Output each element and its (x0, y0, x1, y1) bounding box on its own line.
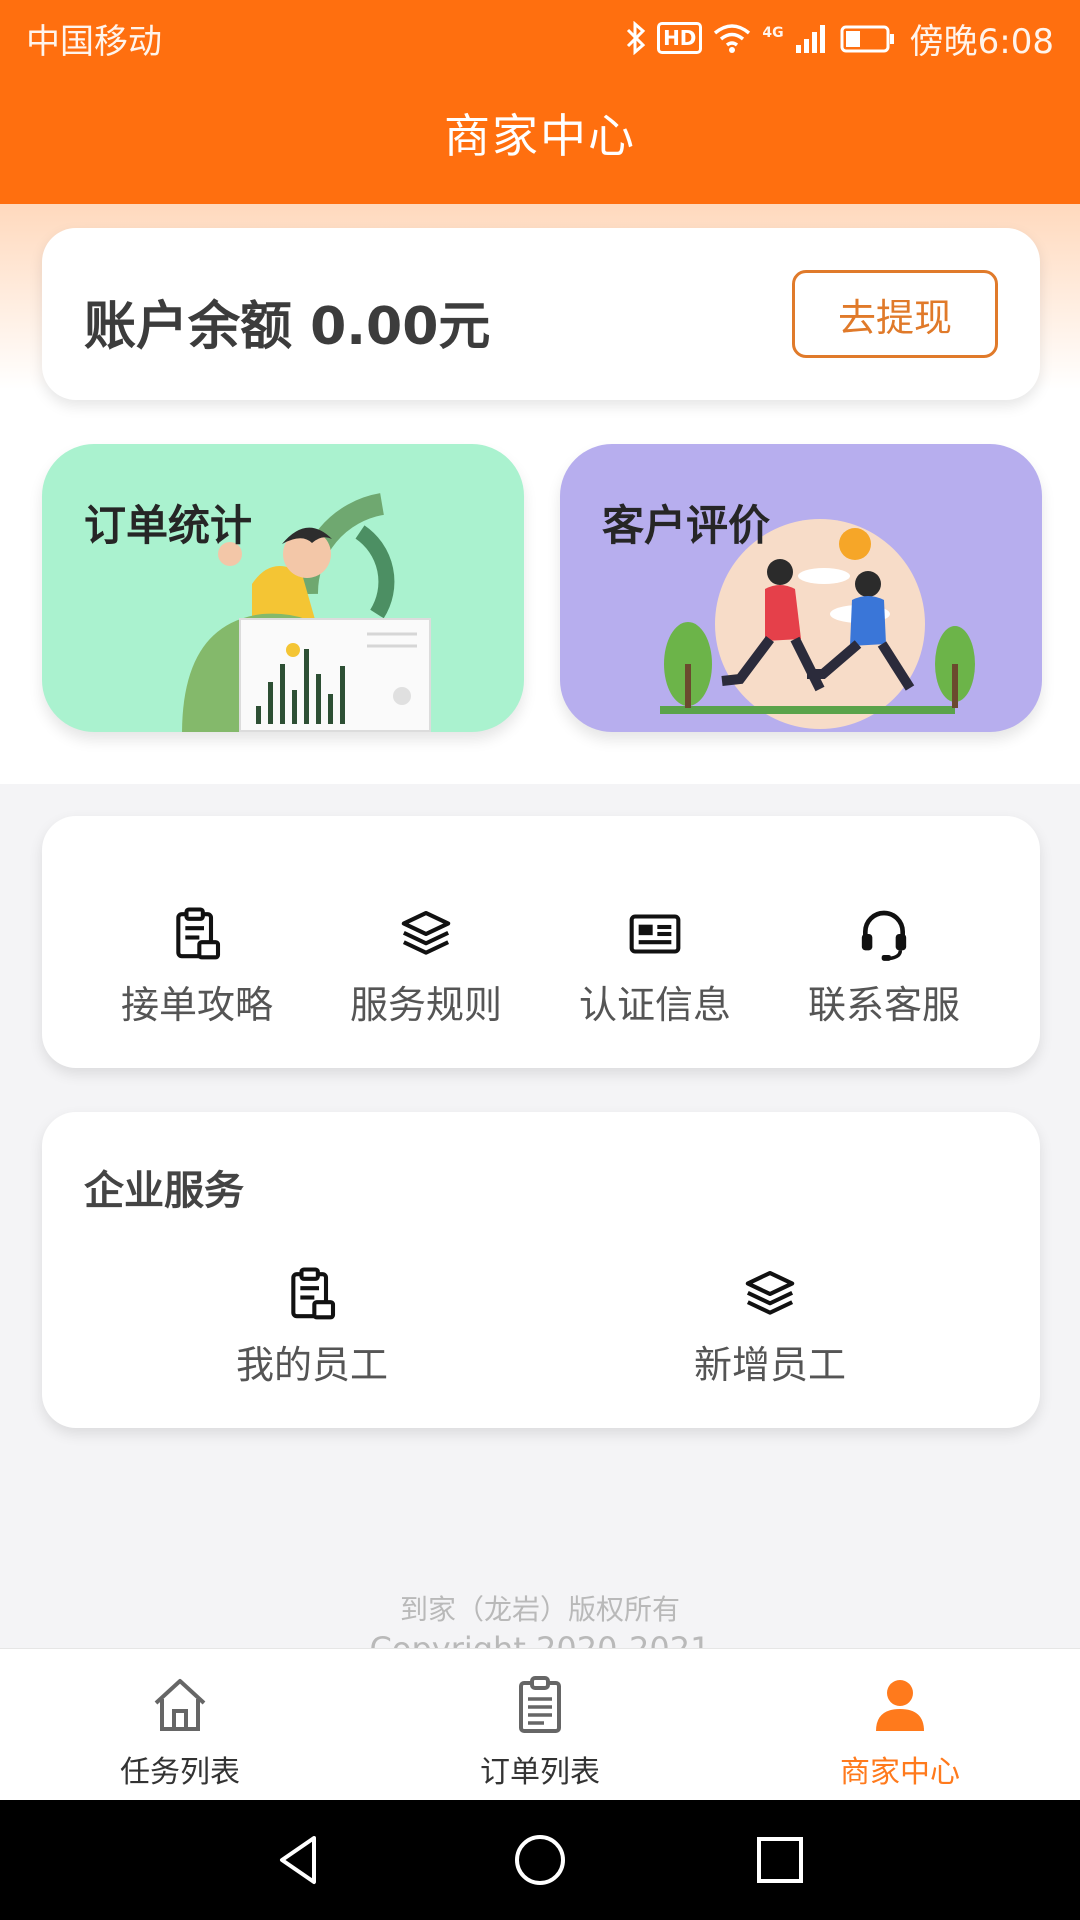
bluetooth-icon (627, 21, 646, 55)
id-card-icon (629, 914, 681, 954)
tab-merchant-center[interactable]: 商家中心 (770, 1649, 1030, 1801)
customer-reviews-illustration (660, 519, 975, 729)
order-statistics-illustration (182, 493, 431, 732)
user-icon (876, 1680, 924, 1731)
enterprise-services-card: 企业服务 我的员工 新增员工 (42, 1112, 1040, 1428)
clipboard-icon (176, 907, 221, 960)
quick-action-label: 认证信息 (578, 983, 731, 1027)
tab-label: 订单列表 (480, 1755, 600, 1790)
copyright-owner: 到家（龙岩）版权所有 (399, 1593, 680, 1626)
tab-order-list[interactable]: 订单列表 (410, 1649, 670, 1801)
clipboard-list-icon (519, 1676, 561, 1733)
layers-icon (401, 910, 451, 955)
headset-icon (861, 910, 907, 961)
customer-reviews-tile[interactable]: 客户评价 (560, 444, 1042, 732)
recents-icon[interactable] (750, 1830, 810, 1890)
enterprise-services-title: 企业服务 (84, 1168, 244, 1214)
quick-action-label: 联系客服 (807, 983, 960, 1027)
bottom-tab-bar: 任务列表 订单列表 商家中心 (0, 1648, 1080, 1800)
wifi-icon (714, 24, 751, 53)
enterprise-item-label: 新增员工 (693, 1343, 846, 1387)
network-type-label: 4G (762, 25, 784, 41)
quick-action-contact-support[interactable]: 联系客服 (769, 906, 999, 1036)
status-time: 傍晚6:08 (909, 21, 1054, 62)
carrier-label: 中国移动 (26, 21, 162, 62)
signal-icon (795, 25, 825, 53)
quick-actions-card: 接单攻略 服务规则 认证信息 联系客服 (42, 816, 1040, 1068)
my-employees-button[interactable]: 我的员工 (182, 1266, 442, 1396)
add-employee-button[interactable]: 新增员工 (640, 1266, 900, 1396)
battery-icon (840, 25, 894, 53)
home-icon (154, 1679, 206, 1731)
quick-action-order-guide[interactable]: 接单攻略 (82, 906, 312, 1036)
customer-reviews-title: 客户评价 (602, 501, 771, 550)
home-circle-icon[interactable] (510, 1830, 570, 1890)
tab-task-list[interactable]: 任务列表 (50, 1649, 310, 1801)
app-header: 中国移动 HD 4G 傍晚6:08 商家中心 (0, 0, 1080, 204)
quick-action-certification[interactable]: 认证信息 (540, 906, 770, 1036)
tab-label: 商家中心 (840, 1755, 960, 1790)
quick-action-label: 服务规则 (349, 983, 502, 1027)
account-balance: 账户余额 0.00元 (84, 297, 491, 357)
hd-badge: HD (657, 22, 703, 54)
status-bar: 中国移动 HD 4G 傍晚6:08 (0, 0, 1080, 76)
layers-icon (745, 1270, 795, 1315)
status-icons: HD 4G (625, 21, 896, 55)
system-navigation-bar (0, 1800, 1080, 1920)
page-title: 商家中心 (444, 109, 636, 163)
order-statistics-title: 订单统计 (84, 501, 253, 550)
balance-card: 账户余额 0.00元 去提现 (42, 228, 1040, 400)
tab-label: 任务列表 (120, 1755, 240, 1790)
enterprise-item-label: 我的员工 (235, 1343, 388, 1387)
quick-action-service-rules[interactable]: 服务规则 (311, 906, 541, 1036)
withdraw-button[interactable]: 去提现 (792, 270, 998, 358)
quick-action-label: 接单攻略 (120, 983, 273, 1027)
status-right: HD 4G 傍晚6:08 (625, 14, 1054, 63)
back-icon[interactable] (270, 1830, 330, 1890)
order-statistics-tile[interactable]: 订单统计 (42, 444, 524, 732)
clipboard-icon (291, 1267, 336, 1320)
